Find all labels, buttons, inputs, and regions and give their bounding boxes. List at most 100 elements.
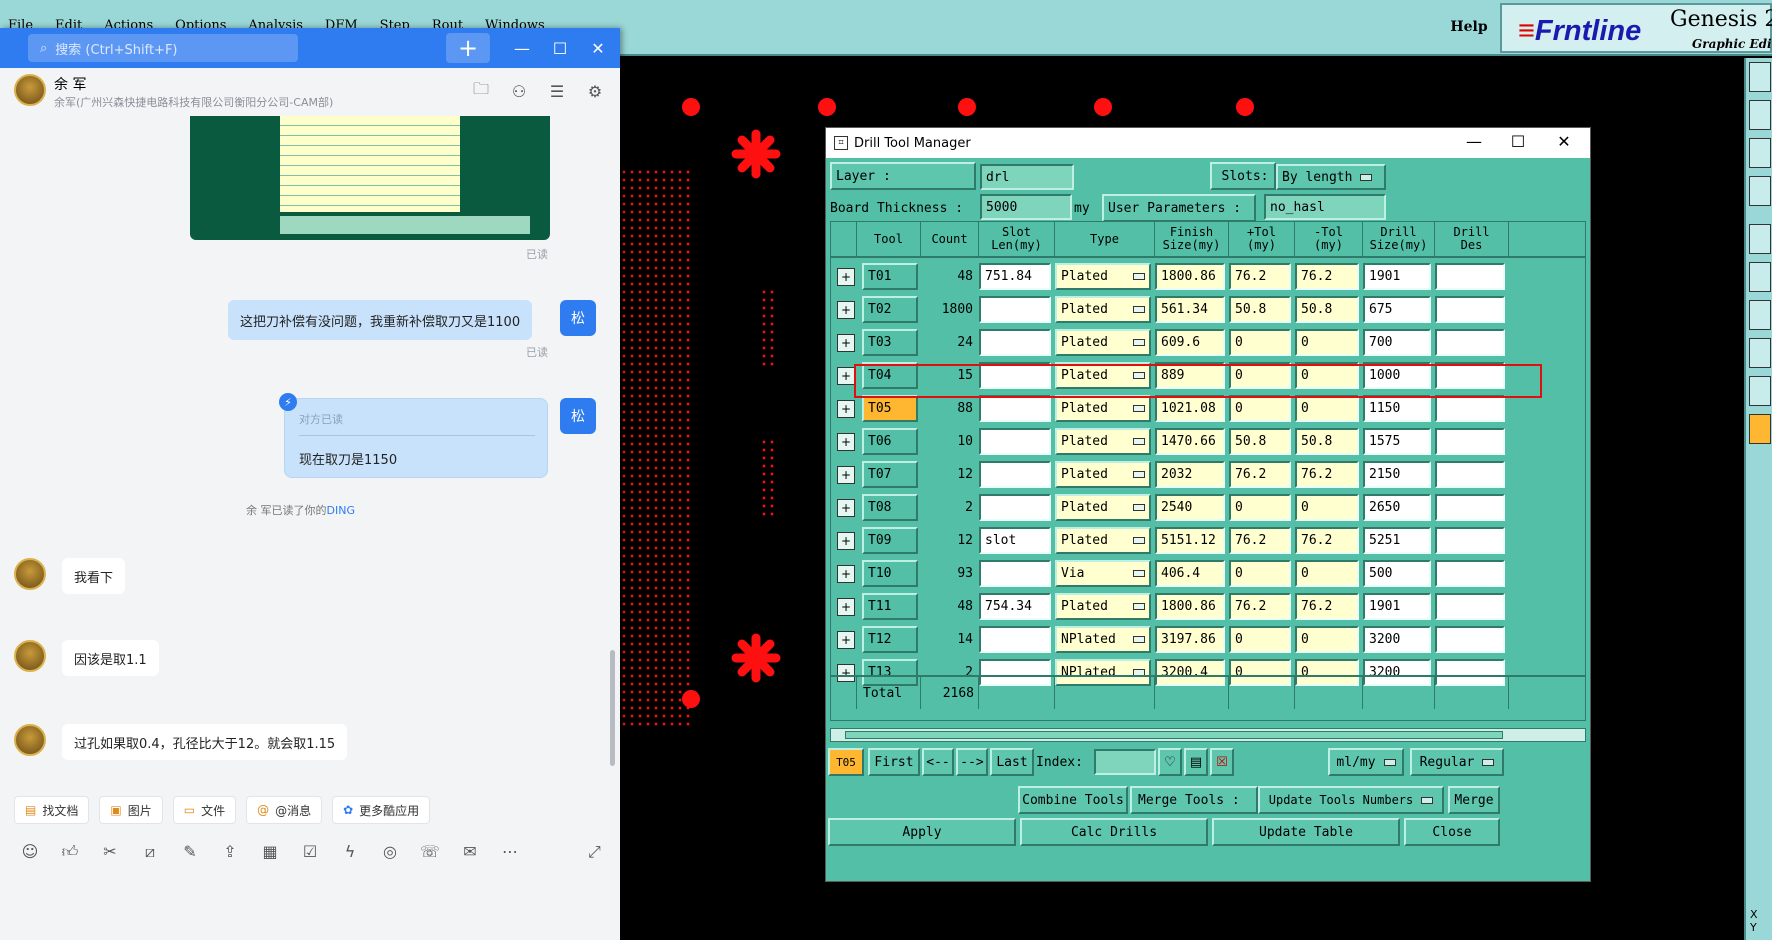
- toolbar-button[interactable]: [1749, 338, 1771, 368]
- plus-tol-field[interactable]: 0: [1229, 395, 1291, 422]
- last-button[interactable]: Last: [990, 748, 1034, 776]
- slash-icon[interactable]: ⧄: [140, 842, 160, 862]
- drill-size-field[interactable]: 700: [1363, 329, 1431, 356]
- type-dropdown[interactable]: Plated: [1055, 263, 1151, 290]
- expand-row-icon[interactable]: +: [837, 598, 855, 616]
- drill-des-field[interactable]: [1435, 461, 1505, 488]
- drill-size-field[interactable]: 3200: [1363, 626, 1431, 653]
- find-docs-button[interactable]: ▤ 找文档: [14, 796, 90, 824]
- plus-tol-field[interactable]: 0: [1229, 362, 1291, 389]
- expand-row-icon[interactable]: +: [837, 334, 855, 352]
- minus-tol-field[interactable]: 0: [1295, 626, 1359, 653]
- tool-name-cell[interactable]: T01: [862, 263, 918, 290]
- expand-row-icon[interactable]: +: [837, 466, 855, 484]
- drill-des-field[interactable]: [1435, 362, 1505, 389]
- finish-size-field[interactable]: 2032: [1155, 461, 1225, 488]
- tool-name-cell[interactable]: T12: [862, 626, 918, 653]
- my-avatar[interactable]: 松: [560, 398, 596, 434]
- plus-tol-field[interactable]: 76.2: [1229, 461, 1291, 488]
- file-button[interactable]: ▭ 文件: [172, 796, 237, 824]
- merge-tools-dropdown[interactable]: Update Tools Numbers: [1258, 786, 1444, 814]
- type-dropdown[interactable]: NPlated: [1055, 626, 1151, 653]
- more-apps-button[interactable]: ✿ 更多酷应用: [332, 796, 431, 824]
- type-dropdown[interactable]: Plated: [1055, 362, 1151, 389]
- next-button[interactable]: -->: [956, 748, 988, 776]
- contact-avatar[interactable]: [14, 640, 46, 672]
- slot-length-field[interactable]: [979, 428, 1051, 455]
- type-dropdown[interactable]: Plated: [1055, 461, 1151, 488]
- tool-name-cell[interactable]: T09: [862, 527, 918, 554]
- slot-length-field[interactable]: slot: [979, 527, 1051, 554]
- finish-size-field[interactable]: 5151.12: [1155, 527, 1225, 554]
- finish-size-field[interactable]: 889: [1155, 362, 1225, 389]
- drill-des-field[interactable]: [1435, 494, 1505, 521]
- drill-des-field[interactable]: [1435, 593, 1505, 620]
- expand-row-icon[interactable]: +: [837, 565, 855, 583]
- expand-row-icon[interactable]: +: [837, 631, 855, 649]
- calendar-icon[interactable]: ▦: [260, 842, 280, 862]
- drill-des-field[interactable]: [1435, 560, 1505, 587]
- my-avatar[interactable]: 松: [560, 300, 596, 336]
- plus-tol-field[interactable]: 50.8: [1229, 296, 1291, 323]
- user-params-field[interactable]: no_hasl: [1264, 194, 1386, 220]
- plus-tol-field[interactable]: 0: [1229, 560, 1291, 587]
- add-member-icon[interactable]: ⚇: [508, 80, 530, 102]
- slot-length-field[interactable]: 751.84: [979, 263, 1051, 290]
- finish-size-field[interactable]: 609.6: [1155, 329, 1225, 356]
- toolbar-button[interactable]: [1749, 176, 1771, 206]
- bulb-icon[interactable]: ♡: [1158, 748, 1182, 776]
- finish-size-field[interactable]: 1800.86: [1155, 263, 1225, 290]
- finish-size-field[interactable]: 3197.86: [1155, 626, 1225, 653]
- plus-tol-field[interactable]: 76.2: [1229, 593, 1291, 620]
- first-button[interactable]: First: [868, 748, 920, 776]
- expand-row-icon[interactable]: +: [837, 532, 855, 550]
- tool-name-cell[interactable]: T11: [862, 593, 918, 620]
- minus-tol-field[interactable]: 76.2: [1295, 527, 1359, 554]
- ding-link[interactable]: DING: [327, 504, 355, 517]
- drill-des-field[interactable]: [1435, 296, 1505, 323]
- toolbar-button[interactable]: [1749, 138, 1771, 168]
- search-history-icon[interactable]: ☰: [546, 80, 568, 102]
- units-dropdown[interactable]: ml/my: [1328, 748, 1404, 776]
- drill-des-field[interactable]: [1435, 626, 1505, 653]
- thumbs-up-icon[interactable]: 👍︎: [60, 842, 80, 862]
- type-dropdown[interactable]: Plated: [1055, 296, 1151, 323]
- message-incoming[interactable]: 因该是取1.1: [62, 640, 159, 676]
- slot-length-field[interactable]: 754.34: [979, 593, 1051, 620]
- drill-des-field[interactable]: [1435, 395, 1505, 422]
- minus-tol-field[interactable]: 76.2: [1295, 461, 1359, 488]
- table-icon[interactable]: ▤: [1184, 748, 1208, 776]
- mail-icon[interactable]: ✉: [460, 842, 480, 862]
- drill-des-field[interactable]: [1435, 527, 1505, 554]
- message-incoming[interactable]: 我看下: [62, 558, 126, 594]
- toolbar-button[interactable]: [1749, 376, 1771, 406]
- tool-name-cell[interactable]: T07: [862, 461, 918, 488]
- finish-size-field[interactable]: 561.34: [1155, 296, 1225, 323]
- phone-icon[interactable]: ☏: [420, 842, 440, 862]
- slot-length-field[interactable]: [979, 362, 1051, 389]
- delete-icon[interactable]: ☒: [1210, 748, 1234, 776]
- contact-avatar[interactable]: [14, 724, 46, 756]
- mention-button[interactable]: @ @消息: [246, 796, 323, 824]
- upload-icon[interactable]: ⇪: [220, 842, 240, 862]
- layer-field[interactable]: drl: [980, 164, 1074, 190]
- minus-tol-field[interactable]: 0: [1295, 395, 1359, 422]
- expand-row-icon[interactable]: +: [837, 499, 855, 517]
- plus-tol-field[interactable]: 0: [1229, 329, 1291, 356]
- gear-icon[interactable]: ⚙: [584, 80, 606, 102]
- toolbar-button[interactable]: [1749, 100, 1771, 130]
- minimize-icon[interactable]: —: [1462, 132, 1486, 151]
- record-icon[interactable]: ◎: [380, 842, 400, 862]
- type-dropdown[interactable]: Plated: [1055, 593, 1151, 620]
- lightning-icon[interactable]: ϟ: [340, 842, 360, 862]
- plus-tol-field[interactable]: 76.2: [1229, 263, 1291, 290]
- plus-tol-field[interactable]: 76.2: [1229, 527, 1291, 554]
- slot-length-field[interactable]: [979, 395, 1051, 422]
- close-icon[interactable]: ✕: [1552, 132, 1576, 151]
- drill-des-field[interactable]: [1435, 263, 1505, 290]
- drill-size-field[interactable]: 675: [1363, 296, 1431, 323]
- expand-row-icon[interactable]: +: [837, 301, 855, 319]
- message-incoming[interactable]: 过孔如果取0.4，孔径比大于12。就会取1.15: [62, 724, 348, 760]
- toolbar-button[interactable]: [1749, 262, 1771, 292]
- task-check-icon[interactable]: ☑: [300, 842, 320, 862]
